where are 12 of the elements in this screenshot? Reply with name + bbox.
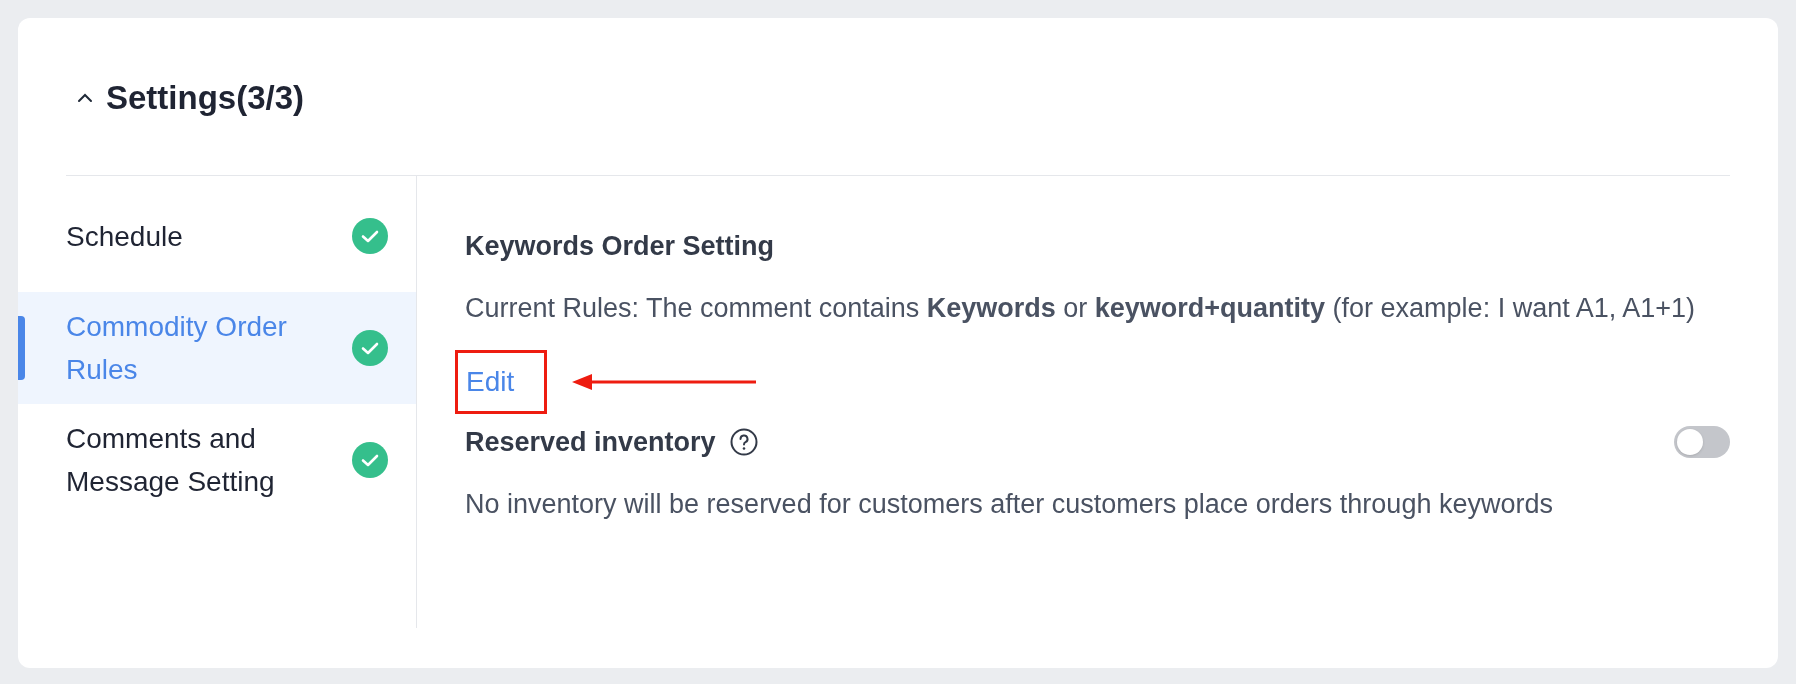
- arrow-icon: [572, 371, 756, 392]
- rules-text: Current Rules: The comment contains Keywords or keyword+quantity (for example: I want A1, A1+1): [465, 291, 1697, 325]
- reserved-inventory-label: Reserved inventory: [465, 425, 716, 459]
- reserved-inventory-description: No inventory will be reserved for customers after customers place orders through keywords: [465, 488, 1554, 521]
- help-icon[interactable]: [729, 427, 758, 456]
- edit-link[interactable]: Edit: [466, 360, 515, 403]
- toggle-switch[interactable]: [1674, 425, 1730, 458]
- section-heading: Keywords Order Setting: [465, 230, 776, 263]
- step-item[interactable]: Schedule: [18, 180, 416, 292]
- selection-indicator: [18, 316, 25, 380]
- step-item[interactable]: Comments and Message Setting: [18, 404, 416, 516]
- section-title: Settings(3/3): [106, 77, 305, 118]
